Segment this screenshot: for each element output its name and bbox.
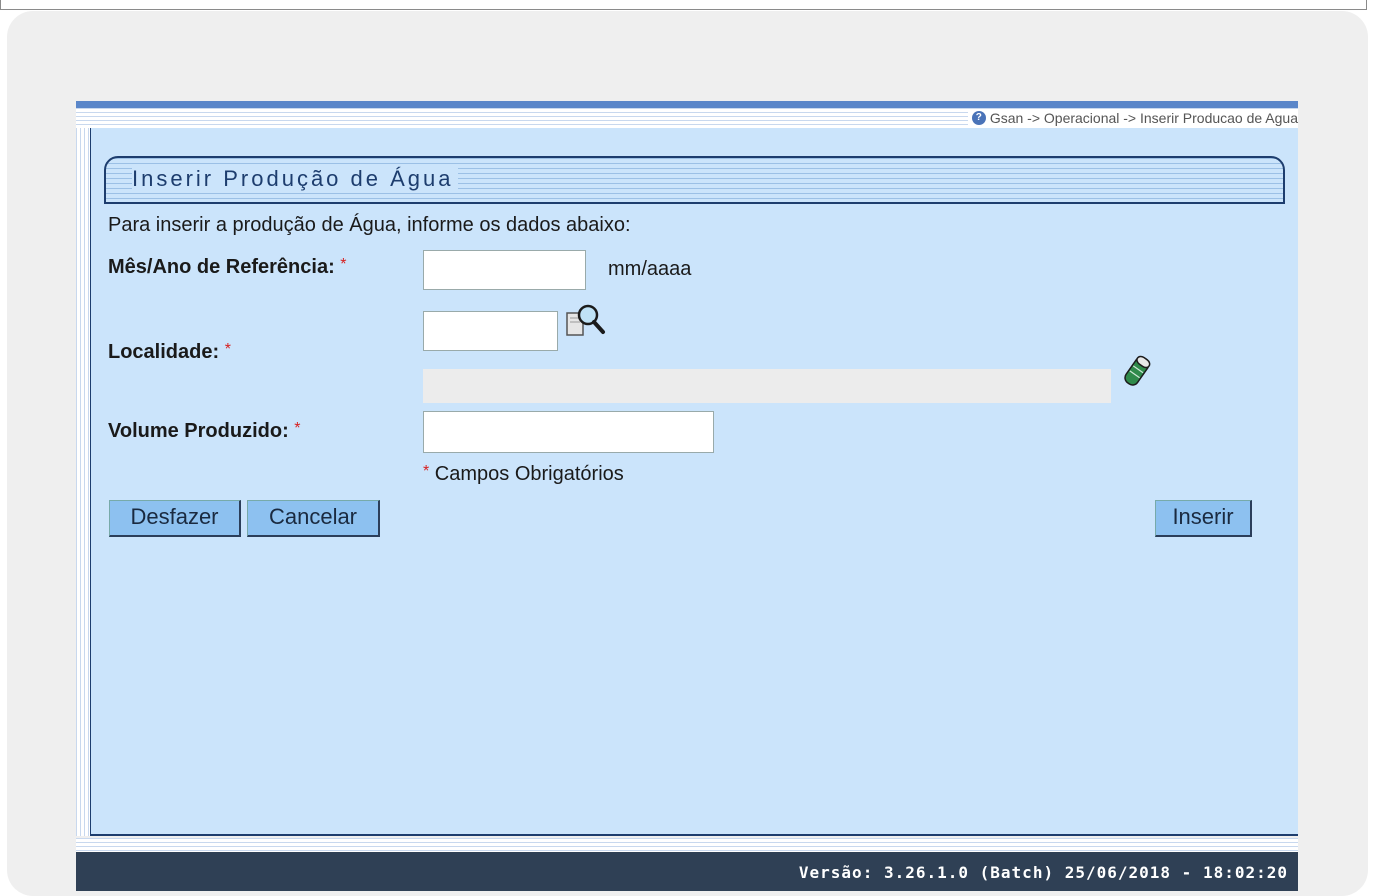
cancel-button[interactable]: Cancelar [247,500,380,537]
required-asterisk: * [224,341,231,358]
localidade-code-input[interactable] [423,311,558,351]
window-top-border [0,0,1367,10]
mes-ano-label: Mês/Ano de Referência: * [108,256,347,278]
undo-button[interactable]: Desfazer [109,500,241,537]
localidade-label: Localidade: * [108,341,231,363]
footer-stripes [76,838,1298,852]
panel-bottom-rule [91,834,1298,836]
required-asterisk: * [340,256,347,273]
localidade-description-field [423,369,1111,403]
version-text: Versão: 3.26.1.0 (Batch) 25/06/2018 - 18… [798,863,1288,882]
help-icon[interactable]: ? [971,111,986,125]
insert-button[interactable]: Inserir [1155,500,1252,537]
breadcrumb-text: Gsan -> Operacional -> Inserir Producao … [989,110,1298,126]
required-asterisk: * [423,463,430,480]
form-instructions: Para inserir a produção de Água, informe… [108,214,631,236]
search-magnifier-icon[interactable] [565,303,609,343]
version-footer: Versão: 3.26.1.0 (Batch) 25/06/2018 - 18… [76,852,1298,891]
volume-input[interactable] [423,411,714,453]
form-title-bar: Inserir Produção de Água [104,156,1285,204]
mes-ano-input[interactable] [423,250,586,290]
volume-label: Volume Produzido: * [108,420,301,442]
top-accent-line [76,101,1298,108]
left-stripe-bar [76,128,91,836]
form-panel: Inserir Produção de Água Para inserir a … [91,128,1298,836]
breadcrumb: ? Gsan -> Operacional -> Inserir Produca… [967,110,1298,126]
required-asterisk: * [294,420,301,437]
required-fields-note: * Campos Obrigatórios [423,463,624,485]
mes-ano-hint: mm/aaaa [608,258,692,280]
eraser-icon[interactable] [1122,353,1152,389]
gsan-app: ? Gsan -> Operacional -> Inserir Produca… [76,101,1298,891]
page-title: Inserir Produção de Água [132,166,458,192]
